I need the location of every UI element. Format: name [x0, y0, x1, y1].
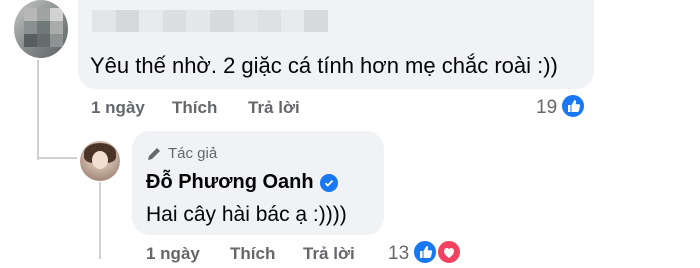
- pen-icon: [148, 147, 160, 160]
- commenter-avatar[interactable]: [14, 0, 68, 58]
- author-badge-label: Tác giả: [168, 145, 218, 162]
- comment-bubble: Yêu thế nhờ. 2 giặc cá tính hơn mẹ chắc …: [78, 0, 594, 89]
- like-icon[interactable]: [560, 93, 586, 119]
- thread-line: [99, 182, 101, 259]
- love-icon[interactable]: [436, 239, 462, 265]
- author-name[interactable]: Đỗ Phương Oanh: [146, 171, 338, 194]
- reply-reaction-count[interactable]: 13: [388, 243, 409, 265]
- comment-text: Yêu thế nhờ. 2 giặc cá tính hơn mẹ chắc …: [90, 53, 558, 78]
- reply-bubble: Tác giả Đỗ Phương Oanh Hai cây hài bác ạ…: [132, 131, 384, 235]
- thread-connector: [37, 157, 77, 159]
- reply-time[interactable]: 1 ngày: [146, 244, 200, 264]
- reply-reply-action[interactable]: Trả lời: [303, 244, 355, 264]
- thread-line: [37, 60, 39, 160]
- blurred-commenter-name[interactable]: [92, 10, 328, 32]
- comment-time[interactable]: 1 ngày: [91, 98, 145, 118]
- verified-icon: [319, 173, 338, 192]
- reply-action[interactable]: Trả lời: [248, 98, 300, 118]
- reaction-count[interactable]: 19: [536, 97, 557, 119]
- reply-text: Hai cây hài bác ạ :)))): [146, 203, 347, 226]
- like-action[interactable]: Thích: [172, 98, 217, 118]
- like-icon[interactable]: [412, 239, 438, 265]
- author-badge: Tác giả: [146, 145, 217, 162]
- author-name-text[interactable]: Đỗ Phương Oanh: [146, 171, 314, 194]
- reply-like-action[interactable]: Thích: [230, 244, 275, 264]
- author-avatar[interactable]: [80, 141, 120, 181]
